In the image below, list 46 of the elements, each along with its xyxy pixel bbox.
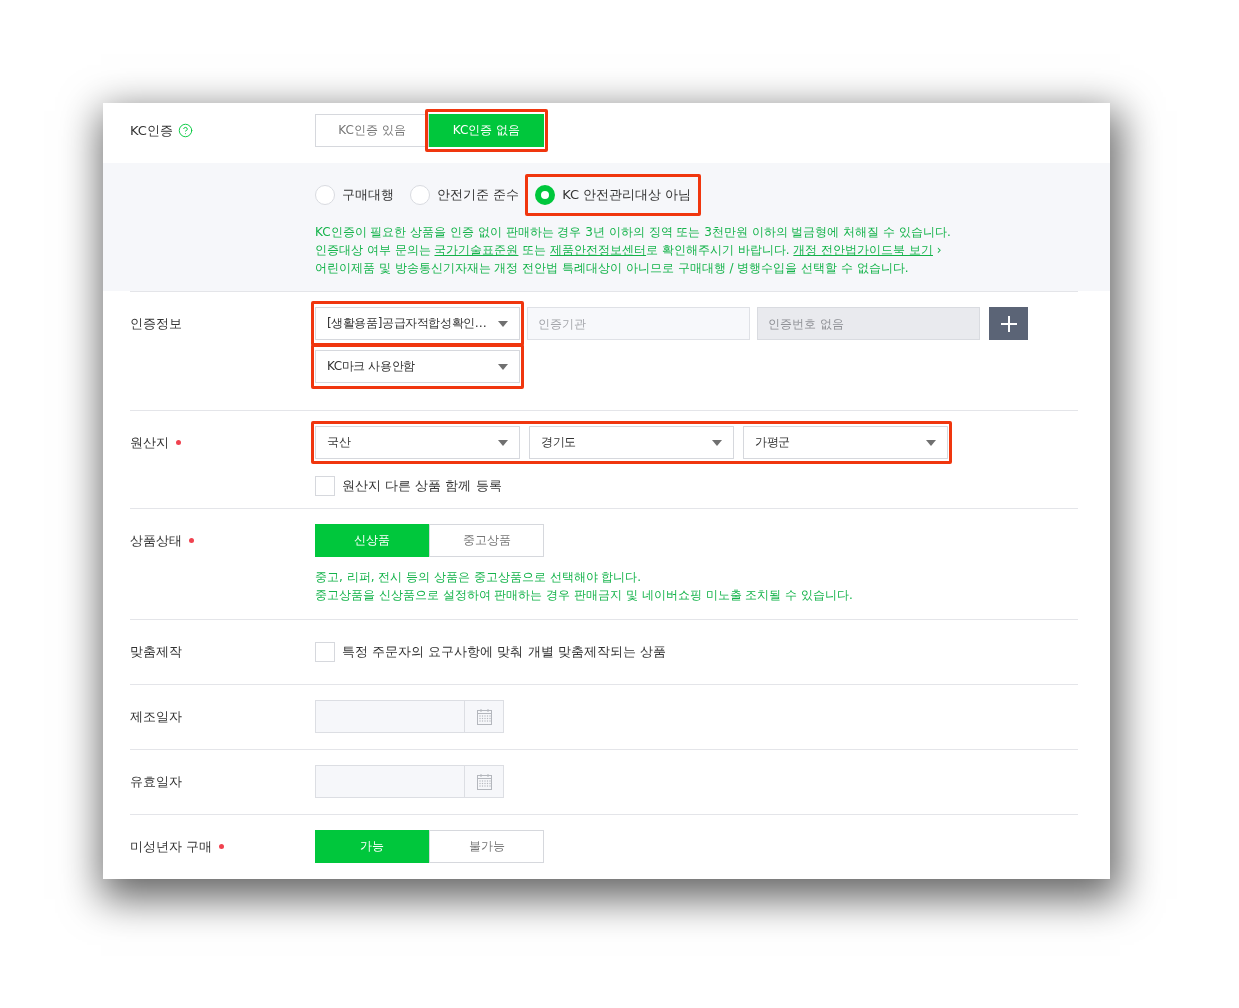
field-label: 원산지	[130, 433, 169, 452]
calendar-button[interactable]	[465, 700, 504, 733]
checkbox-label[interactable]: 원산지 다른 상품 함께 등록	[342, 477, 502, 495]
notice-text: 중고, 리퍼, 전시 등의 상품은 중고상품으로 선택해야 합니다.	[315, 569, 643, 586]
radio-button[interactable]	[535, 185, 556, 205]
caret-icon	[926, 439, 936, 446]
notice-text: 어린이제품 및 방송통신기자재는 개정 전안법 특례대상이 아니므로 구매대행 / 병행수입을 선택할 수 없습니다.	[315, 260, 910, 277]
checkbox-label[interactable]: 특정 주문자의 요구사항에 맞춰 개별 맞춤제작되는 상품	[342, 642, 666, 661]
notice-text: 인증대상 여부 문의는 국가기술표준원 또는 제품안전정보센터 로 확인해주시기 바랍니다. 개정 전안법가이드북 보기 ›	[315, 242, 943, 259]
date-input-field[interactable]	[315, 700, 465, 733]
field-label: 유효일자	[130, 772, 182, 791]
field-label: 제조일자	[130, 707, 182, 726]
help-icon[interactable]	[177, 123, 193, 138]
calendar-icon	[476, 708, 492, 725]
plus-icon	[1000, 315, 1017, 332]
select-dropdown[interactable]: 가평군	[743, 426, 948, 459]
select-dropdown[interactable]: [생활용품]공급자적합성확인…	[315, 307, 520, 340]
calendar-button[interactable]	[465, 765, 504, 798]
field-label: 맞춤제작	[130, 642, 182, 661]
select-dropdown[interactable]: KC마크 사용안함	[315, 350, 520, 383]
notice-text: KC인증이 필요한 상품을 인증 없이 판매하는 경우 3년 이하의 징역 또는 3천만원 이하의 벌금형에 처해질 수 있습니다.	[315, 224, 952, 241]
radio-label[interactable]: 안전기준 준수	[437, 186, 520, 204]
field-label: KC인증	[130, 121, 173, 140]
checkbox[interactable]	[315, 641, 335, 662]
caret-icon	[712, 439, 722, 446]
text-input-field[interactable]: 인증기관	[527, 307, 750, 340]
date-input-field[interactable]	[315, 765, 465, 798]
radio-label[interactable]: KC 안전관리대상 아님	[562, 186, 692, 204]
caret-icon	[498, 320, 508, 327]
select-dropdown[interactable]: 경기도	[529, 426, 734, 459]
caret-icon	[498, 439, 508, 446]
radio-button[interactable]	[410, 185, 430, 205]
field-label: 미성년자 구매	[130, 837, 213, 856]
calendar-icon	[476, 773, 492, 790]
field-label: 상품상태	[130, 531, 182, 550]
field-label: 인증정보	[130, 314, 182, 333]
radio-label[interactable]: 구매대행	[342, 186, 394, 204]
segment-button[interactable]: 중고상품	[429, 524, 544, 557]
checkbox[interactable]	[315, 476, 335, 496]
add-button[interactable]	[989, 307, 1028, 340]
caret-icon	[498, 363, 508, 370]
segment-button[interactable]: KC인증 있음	[315, 114, 429, 147]
segment-button[interactable]: 불가능	[429, 830, 544, 863]
select-dropdown[interactable]: 국산	[315, 426, 520, 459]
radio-button[interactable]	[315, 185, 335, 205]
notice-text: 중고상품을 신상품으로 설정하여 판매하는 경우 판매금지 및 네이버쇼핑 미노출 조치될 수 있습니다.	[315, 587, 853, 604]
